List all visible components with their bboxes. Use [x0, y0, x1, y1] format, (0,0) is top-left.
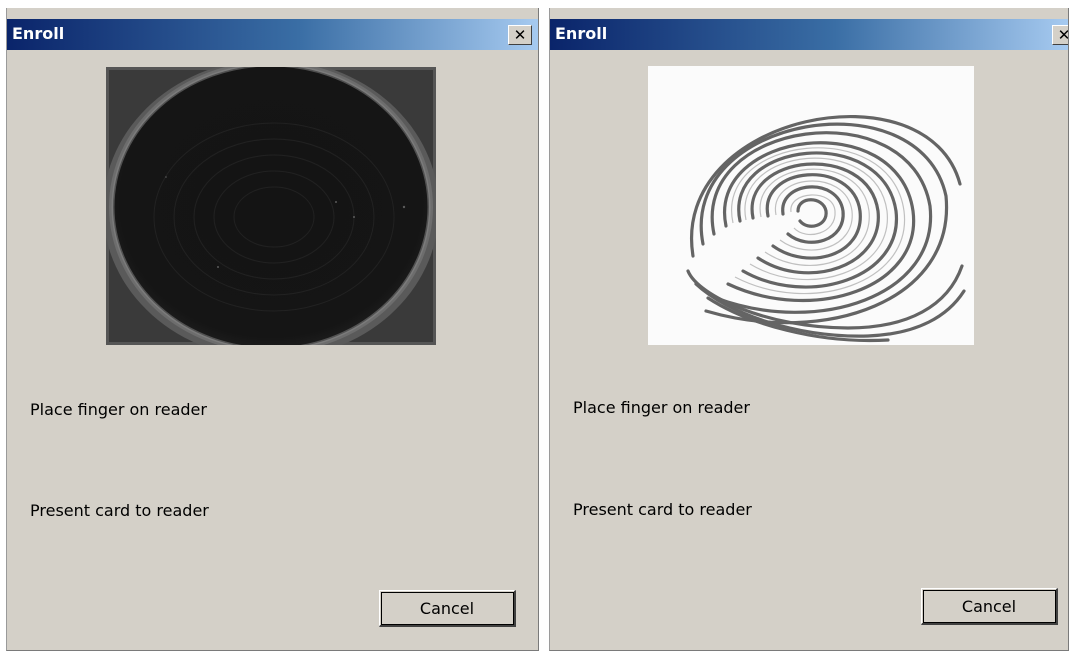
finger-instruction: Place finger on reader — [573, 398, 750, 417]
cancel-button[interactable]: Cancel — [921, 588, 1058, 625]
close-icon: ✕ — [1058, 27, 1068, 43]
fingerprint-preview — [106, 67, 436, 345]
title-bar[interactable]: Enroll ✕ — [550, 19, 1068, 50]
fingerprint-sensor-image — [106, 67, 436, 345]
title-bar[interactable]: Enroll ✕ — [7, 19, 538, 50]
finger-instruction: Place finger on reader — [30, 400, 207, 419]
cancel-button[interactable]: Cancel — [379, 590, 516, 627]
card-instruction: Present card to reader — [573, 500, 752, 519]
fingerprint-image — [648, 66, 974, 345]
fingerprint-preview — [648, 66, 974, 345]
close-icon: ✕ — [513, 25, 527, 44]
close-button[interactable]: ✕ — [508, 25, 532, 45]
card-instruction: Present card to reader — [30, 501, 209, 520]
enroll-dialog-1: Enroll ✕ Place finger on reader Present … — [6, 8, 539, 651]
window-title: Enroll — [555, 24, 608, 43]
enroll-dialog-2: Enroll ✕ — [549, 8, 1069, 651]
window-title: Enroll — [12, 24, 65, 43]
close-button[interactable]: ✕ — [1052, 25, 1068, 45]
